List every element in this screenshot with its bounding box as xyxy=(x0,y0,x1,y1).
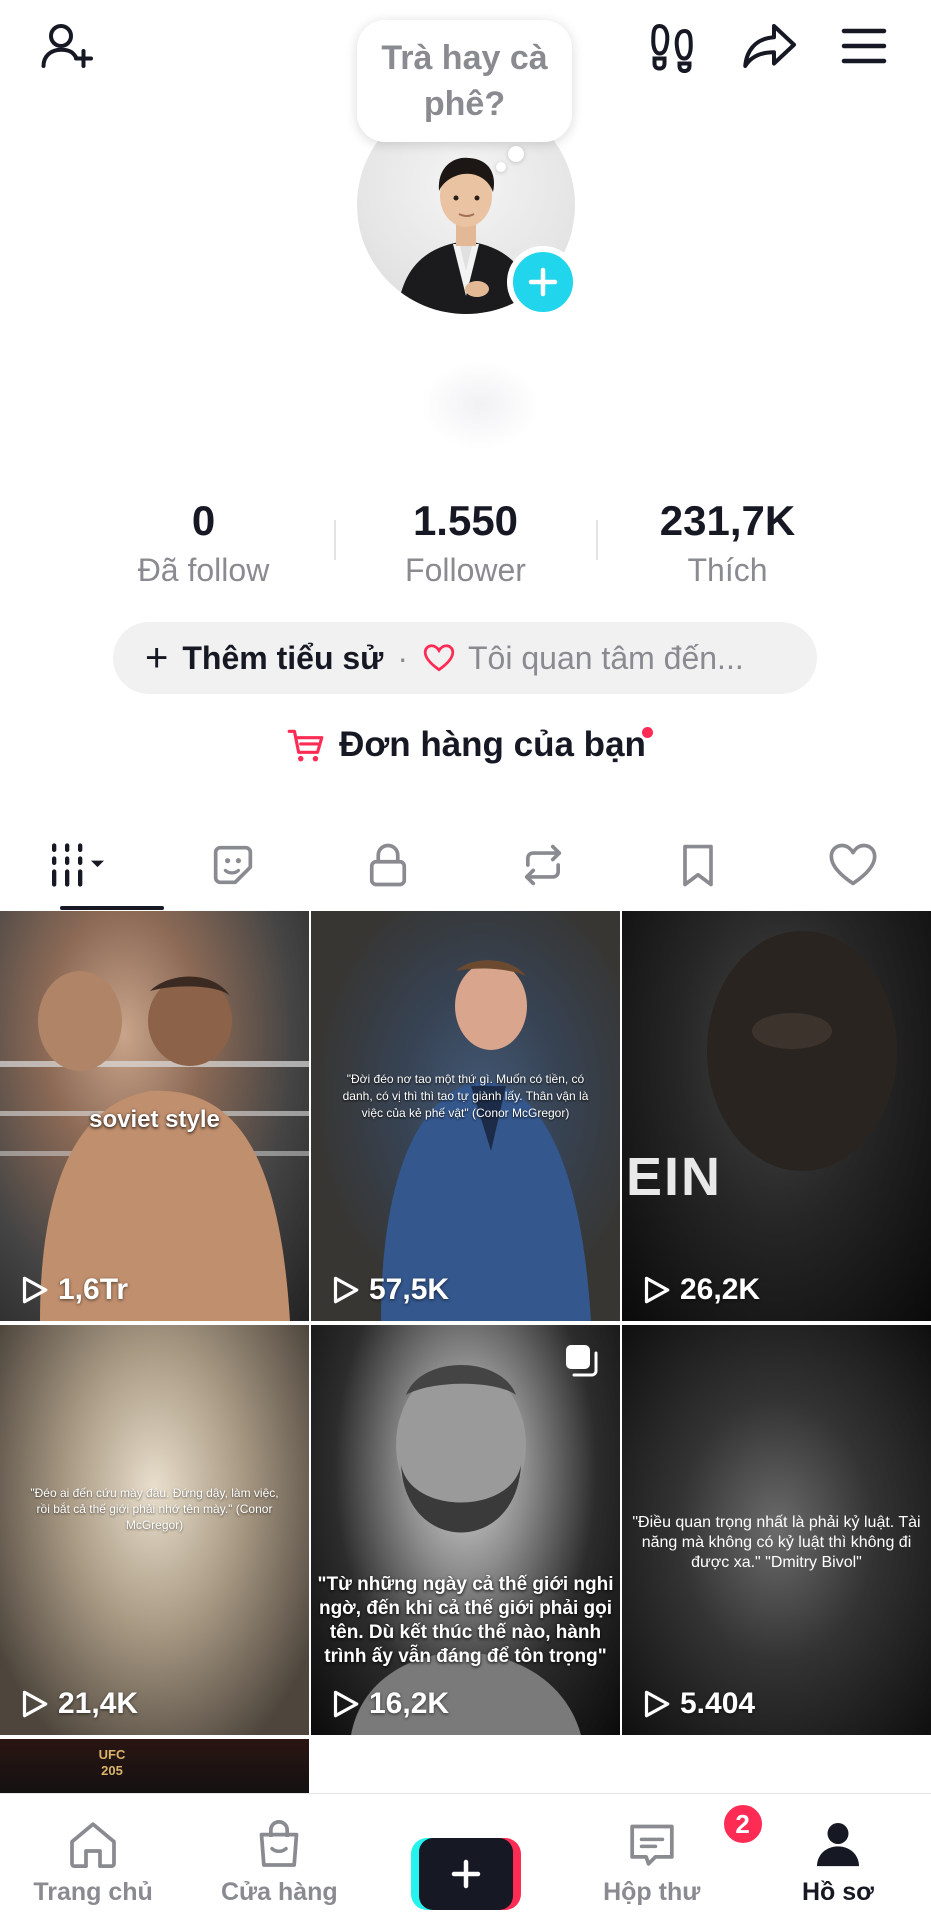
bio-separator: · xyxy=(397,639,408,676)
shopping-bag-icon xyxy=(259,1820,299,1867)
video-tile[interactable]: "Điều quan trọng nhất là phải kỷ luật. T… xyxy=(622,1325,931,1735)
plus-icon xyxy=(528,267,558,297)
play-icon xyxy=(333,1276,359,1304)
hamburger-icon[interactable] xyxy=(832,14,896,78)
nav-create[interactable] xyxy=(372,1794,558,1920)
nav-shop-label: Cửa hàng xyxy=(220,1878,338,1906)
footprints-icon[interactable] xyxy=(640,14,704,78)
share-arrow-icon[interactable] xyxy=(737,14,801,78)
nav-home-label: Trang chủ xyxy=(33,1878,153,1906)
stat-followers-value: 1.550 xyxy=(412,497,519,544)
orders-notification-dot xyxy=(642,727,653,738)
blurred-username xyxy=(420,360,540,450)
video-tile[interactable]: "Đéo ai đến cứu mày đâu. Đứng dậy, làm v… xyxy=(0,1325,309,1735)
plus-icon xyxy=(451,1859,480,1889)
video-views: 16,2K xyxy=(327,1687,449,1721)
orders-link[interactable]: Đơn hàng của bạn xyxy=(0,724,931,766)
stat-likes[interactable]: 231,7K Thích xyxy=(598,495,858,591)
play-icon xyxy=(22,1276,48,1304)
play-icon xyxy=(644,1276,670,1304)
video-grid: soviet style 1,6Tr "Đời đéo nơ tao một t… xyxy=(0,911,931,1799)
video-tile[interactable]: UFC 205 xyxy=(0,1739,309,1799)
bubble-tail-dot xyxy=(508,146,524,162)
status-bubble[interactable]: Trà hay cà phê? xyxy=(357,20,572,142)
video-caption: "Điều quan trọng nhất là phải kỷ luật. T… xyxy=(632,1514,921,1571)
view-count: 21,4K xyxy=(58,1687,139,1720)
video-thumbnail xyxy=(707,931,897,1171)
profile-icon xyxy=(816,1823,859,1867)
view-count: 16,2K xyxy=(369,1687,450,1720)
person-add-icon[interactable] xyxy=(34,14,98,78)
stat-following-value: 0 xyxy=(191,497,216,544)
home-icon xyxy=(70,1822,116,1869)
view-count: 1,6Tr xyxy=(58,1273,129,1306)
profile-stats: 0 Đã follow 1.550 Follower 231,7K Thích xyxy=(0,495,931,591)
nav-inbox-label: Hộp thư xyxy=(603,1878,701,1906)
tab-favorites[interactable] xyxy=(621,820,776,910)
stat-following-label: Đã follow xyxy=(137,552,270,588)
bubble-tail-dot-small xyxy=(496,162,506,172)
lock-icon xyxy=(369,843,407,887)
video-caption: "Đời đéo nơ tao một thứ gì. Muốn có tiền… xyxy=(342,1072,589,1120)
plus-icon: + xyxy=(145,636,169,680)
video-views: 5.404 xyxy=(638,1687,755,1721)
video-thumbnail xyxy=(351,1365,581,1735)
repost-icon xyxy=(525,844,562,886)
video-caption: "Từ những ngày cả thế giới nghi ngờ, đến… xyxy=(317,1574,614,1667)
heart-icon xyxy=(423,644,455,672)
grid-videos-icon xyxy=(51,843,104,887)
bookmark-icon xyxy=(683,844,714,887)
bottom-nav: Trang chủ Cửa hàng 2 Hộp thư Hồ sơ xyxy=(0,1793,931,1920)
status-bubble-text: Trà hay cà phê? xyxy=(381,39,548,123)
tab-reposts[interactable] xyxy=(466,820,621,910)
sticker-icon xyxy=(213,845,252,885)
view-count: 57,5K xyxy=(369,1273,450,1306)
orders-label: Đơn hàng của bạn xyxy=(339,725,646,764)
video-views: 1,6Tr xyxy=(16,1273,128,1307)
video-views: 57,5K xyxy=(327,1273,449,1307)
tab-liked[interactable] xyxy=(776,820,931,910)
multi-photo-icon xyxy=(566,1345,598,1377)
view-count: 5.404 xyxy=(680,1687,756,1720)
video-caption: soviet style xyxy=(89,1106,220,1133)
nav-profile-label: Hồ sơ xyxy=(801,1878,874,1906)
bio-pill[interactable]: + Thêm tiểu sử · Tôi quan tâm đến... xyxy=(113,622,817,694)
create-button[interactable] xyxy=(410,1838,521,1910)
video-caption: "Đéo ai đến cứu mày đâu. Đứng dậy, làm v… xyxy=(30,1486,279,1532)
video-views: 21,4K xyxy=(16,1687,138,1721)
nav-home[interactable]: Trang chủ xyxy=(0,1794,186,1920)
nav-inbox[interactable]: 2 Hộp thư xyxy=(559,1794,765,1920)
video-views: 26,2K xyxy=(638,1273,760,1307)
video-tile[interactable]: "Từ những ngày cả thế giới nghi ngờ, đến… xyxy=(311,1325,620,1735)
profile-tabs xyxy=(0,820,931,910)
nav-shop[interactable]: Cửa hàng xyxy=(186,1794,372,1920)
tab-videos[interactable] xyxy=(0,820,164,910)
cart-icon xyxy=(287,729,324,762)
stat-following[interactable]: 0 Đã follow xyxy=(74,495,334,591)
interests-label[interactable]: Tôi quan tâm đến... xyxy=(468,640,744,677)
tab-stickers[interactable] xyxy=(155,820,310,910)
stat-followers[interactable]: 1.550 Follower xyxy=(336,495,596,591)
inbox-icon xyxy=(630,1824,674,1866)
heart-icon xyxy=(829,843,877,886)
nav-profile[interactable]: Hồ sơ xyxy=(745,1794,931,1920)
play-icon xyxy=(644,1690,670,1718)
play-icon xyxy=(22,1690,48,1718)
view-count: 26,2K xyxy=(680,1273,761,1306)
play-icon xyxy=(333,1690,359,1718)
add-avatar-button[interactable] xyxy=(507,246,579,318)
stat-followers-label: Follower xyxy=(405,552,526,588)
video-tile[interactable]: soviet style 1,6Tr xyxy=(0,911,309,1321)
video-tile[interactable]: "Đời đéo nơ tao một thứ gì. Muốn có tiền… xyxy=(311,911,620,1321)
stat-likes-label: Thích xyxy=(687,552,768,588)
add-bio-label[interactable]: Thêm tiểu sử xyxy=(182,640,383,677)
tab-private[interactable] xyxy=(310,820,465,910)
stat-likes-value: 231,7K xyxy=(659,497,796,544)
tab-active-indicator xyxy=(60,906,164,910)
video-caption: EIN xyxy=(626,1147,723,1207)
video-tile[interactable]: EIN 26,2K xyxy=(622,911,931,1321)
video-caption: UFC 205 xyxy=(98,1747,126,1778)
